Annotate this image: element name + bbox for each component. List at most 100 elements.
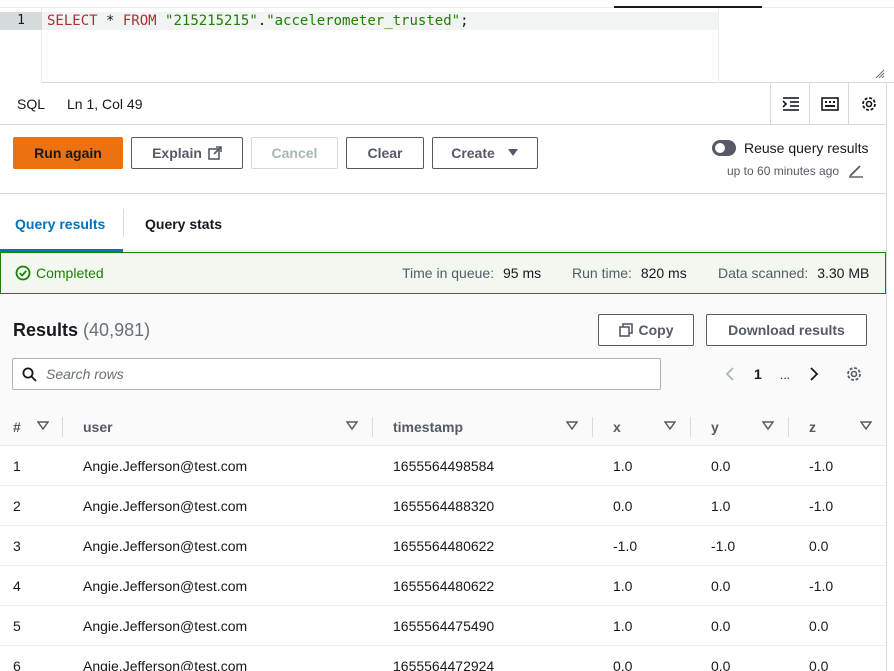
column-header-index[interactable]: # bbox=[13, 419, 21, 435]
table-preferences-gear-icon[interactable] bbox=[845, 365, 863, 383]
sql-semicolon: ; bbox=[460, 13, 469, 29]
result-tabs: Query results Query stats bbox=[0, 193, 886, 252]
editor-status-bar: SQL Ln 1, Col 49 bbox=[0, 83, 894, 125]
time-in-queue-label: Time in queue: bbox=[402, 265, 495, 281]
page-scrollbar[interactable] bbox=[886, 83, 894, 671]
cell-index: 2 bbox=[13, 498, 21, 514]
cell-z: 0.0 bbox=[809, 658, 829, 671]
data-scanned-label: Data scanned: bbox=[718, 265, 809, 281]
cell-timestamp: 1655564475490 bbox=[393, 618, 495, 634]
table-row: 3 Angie.Jefferson@test.com 1655564480622… bbox=[0, 526, 886, 566]
cell-x: 1.0 bbox=[613, 578, 633, 594]
column-header-z[interactable]: z bbox=[809, 419, 816, 435]
data-scanned-value: 3.30 MB bbox=[817, 265, 870, 281]
sort-caret-icon[interactable] bbox=[346, 421, 358, 431]
sort-caret-icon[interactable] bbox=[566, 421, 578, 431]
cell-y: 0.0 bbox=[711, 578, 731, 594]
keyboard-shortcuts-button[interactable] bbox=[809, 83, 849, 125]
cell-index: 3 bbox=[13, 538, 21, 554]
keyboard-icon bbox=[820, 97, 839, 111]
sql-keyword-from: FROM bbox=[122, 13, 157, 29]
column-separator bbox=[372, 417, 373, 437]
cell-y: 1.0 bbox=[711, 498, 731, 514]
run-again-label: Run again bbox=[34, 145, 102, 161]
run-again-button[interactable]: Run again bbox=[13, 137, 123, 169]
tab-query-stats[interactable]: Query stats bbox=[145, 216, 222, 232]
resize-handle-icon[interactable] bbox=[874, 68, 884, 78]
cell-user: Angie.Jefferson@test.com bbox=[83, 578, 248, 594]
cell-timestamp: 1655564472924 bbox=[393, 658, 495, 671]
sort-caret-icon[interactable] bbox=[37, 421, 49, 431]
column-header-user[interactable]: user bbox=[83, 419, 113, 435]
download-results-button[interactable]: Download results bbox=[706, 314, 867, 346]
sql-dot: . bbox=[257, 13, 267, 29]
cell-index: 6 bbox=[13, 658, 21, 671]
next-page-icon[interactable] bbox=[808, 367, 820, 381]
cell-y: 0.0 bbox=[711, 658, 731, 671]
caret-down-icon bbox=[507, 149, 518, 156]
column-separator bbox=[592, 417, 593, 437]
sort-caret-icon[interactable] bbox=[762, 421, 774, 431]
editor-tab-strip bbox=[0, 0, 894, 8]
sql-star: * bbox=[97, 13, 123, 29]
results-table-header: # user timestamp x y z bbox=[0, 408, 886, 446]
sort-caret-icon[interactable] bbox=[664, 421, 676, 431]
copy-button[interactable]: Copy bbox=[598, 314, 694, 346]
explain-button[interactable]: Explain bbox=[131, 137, 243, 169]
column-header-timestamp[interactable]: timestamp bbox=[393, 419, 463, 435]
cell-z: 0.0 bbox=[809, 538, 829, 554]
column-separator bbox=[690, 417, 691, 437]
page-ellipsis: ... bbox=[780, 368, 791, 382]
cell-user: Angie.Jefferson@test.com bbox=[83, 618, 248, 634]
cell-index: 5 bbox=[13, 618, 21, 634]
time-in-queue: Time in queue: 95 ms bbox=[402, 265, 541, 281]
create-label: Create bbox=[451, 145, 495, 161]
reuse-results-age: up to 60 minutes ago bbox=[727, 164, 840, 178]
cell-x: 1.0 bbox=[613, 458, 633, 474]
line-number-gutter: 1 bbox=[0, 8, 42, 83]
table-row: 1 Angie.Jefferson@test.com 1655564498584… bbox=[0, 446, 886, 486]
search-rows-input[interactable]: Search rows bbox=[12, 358, 661, 390]
query-status-banner: Completed Time in queue: 95 ms Run time:… bbox=[0, 252, 886, 294]
code-line[interactable]: SELECT * FROM "215215215"."accelerometer… bbox=[42, 12, 718, 30]
column-header-y[interactable]: y bbox=[711, 419, 719, 435]
cell-y: 0.0 bbox=[711, 458, 731, 474]
editor-settings-button[interactable] bbox=[848, 83, 888, 125]
tab-divider bbox=[123, 209, 124, 237]
cell-timestamp: 1655564498584 bbox=[393, 458, 495, 474]
format-indent-icon bbox=[781, 97, 799, 111]
data-scanned: Data scanned: 3.30 MB bbox=[718, 265, 869, 281]
table-row: 5 Angie.Jefferson@test.com 1655564475490… bbox=[0, 606, 886, 646]
tab-query-results[interactable]: Query results bbox=[15, 216, 105, 232]
cell-x: 0.0 bbox=[613, 498, 633, 514]
results-count: (40,981) bbox=[83, 320, 151, 340]
cell-timestamp: 1655564480622 bbox=[393, 578, 495, 594]
run-time: Run time: 820 ms bbox=[572, 265, 687, 281]
external-link-icon bbox=[208, 146, 222, 160]
gear-icon bbox=[861, 97, 876, 111]
cell-x: 0.0 bbox=[613, 658, 633, 671]
status-label: Completed bbox=[36, 265, 104, 281]
sql-editor[interactable]: 1 SELECT * FROM "215215215"."acceleromet… bbox=[0, 0, 894, 83]
download-results-label: Download results bbox=[728, 322, 845, 338]
clear-button[interactable]: Clear bbox=[346, 137, 424, 169]
time-in-queue-value: 95 ms bbox=[502, 265, 542, 281]
current-page[interactable]: 1 bbox=[754, 366, 762, 382]
results-title: Results bbox=[13, 320, 79, 340]
previous-page-icon[interactable] bbox=[724, 367, 736, 381]
pencil-edit-icon[interactable] bbox=[848, 164, 864, 178]
create-dropdown-button[interactable]: Create bbox=[432, 137, 538, 169]
results-panel: Results (40,981) Copy Download results S… bbox=[0, 294, 886, 671]
reuse-results-toggle[interactable] bbox=[712, 140, 736, 156]
sql-keyword-select: SELECT bbox=[47, 13, 98, 29]
format-query-button[interactable] bbox=[770, 83, 810, 125]
column-header-x[interactable]: x bbox=[613, 419, 621, 435]
cell-user: Angie.Jefferson@test.com bbox=[83, 658, 248, 671]
cancel-button[interactable]: Cancel bbox=[251, 137, 338, 169]
cell-z: -1.0 bbox=[809, 498, 834, 514]
cell-x: -1.0 bbox=[613, 538, 638, 554]
sort-caret-icon[interactable] bbox=[860, 421, 872, 431]
cell-timestamp: 1655564480622 bbox=[393, 538, 495, 554]
search-placeholder: Search rows bbox=[46, 366, 124, 382]
cell-user: Angie.Jefferson@test.com bbox=[83, 538, 248, 554]
